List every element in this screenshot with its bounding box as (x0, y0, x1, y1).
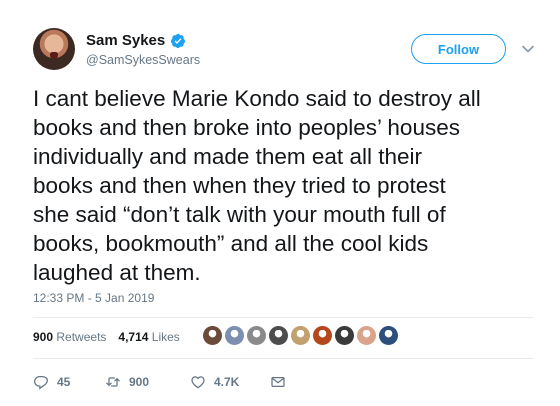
reply-button[interactable]: 45 (33, 374, 101, 390)
chevron-down-icon[interactable] (521, 42, 535, 56)
author-name-row[interactable]: Sam Sykes (86, 32, 186, 49)
retweet-count: 900 (129, 375, 150, 389)
liker-avatar[interactable] (379, 326, 398, 345)
liker-avatar[interactable] (269, 326, 288, 345)
envelope-icon (271, 377, 285, 387)
divider (33, 317, 533, 318)
follow-button[interactable]: Follow (411, 34, 506, 64)
liker-avatar[interactable] (357, 326, 376, 345)
retweets-count: 900 (33, 330, 54, 344)
verified-badge-icon (171, 33, 186, 48)
retweets-stat[interactable]: 900 Retweets (33, 330, 106, 344)
direct-message-button[interactable] (270, 374, 286, 390)
liker-avatar[interactable] (335, 326, 354, 345)
reply-icon (34, 376, 48, 390)
like-button[interactable]: 4.7K (190, 374, 266, 390)
tweet-card: Sam Sykes @SamSykesSwears Follow I cant … (0, 0, 560, 406)
like-count: 4.7K (214, 375, 240, 389)
likes-count: 4,714 (118, 330, 149, 344)
liker-avatar[interactable] (225, 326, 244, 345)
liker-avatar[interactable] (247, 326, 266, 345)
divider (33, 358, 533, 359)
liker-avatar[interactable] (313, 326, 332, 345)
retweet-icon (106, 377, 120, 387)
liker-avatar[interactable] (203, 326, 222, 345)
liker-avatars (203, 326, 398, 345)
reply-count: 45 (57, 375, 71, 389)
avatar[interactable] (33, 28, 75, 70)
engagement-stats: 900 Retweets 4,714 Likes (33, 330, 180, 344)
tweet-actions: 45 900 4.7K (33, 374, 286, 390)
liker-avatar[interactable] (291, 326, 310, 345)
tweet-text: I cant believe Marie Kondo said to destr… (33, 86, 481, 285)
heart-icon (191, 376, 205, 389)
retweets-label: Retweets (56, 330, 107, 344)
author-display-name[interactable]: Sam Sykes (86, 32, 165, 49)
tweet-timestamp[interactable]: 12:33 PM - 5 Jan 2019 (33, 291, 154, 305)
likes-label: Likes (151, 330, 180, 344)
author-handle[interactable]: @SamSykesSwears (86, 53, 200, 67)
likes-stat[interactable]: 4,714 Likes (118, 330, 179, 344)
retweet-button[interactable]: 900 (105, 374, 183, 390)
